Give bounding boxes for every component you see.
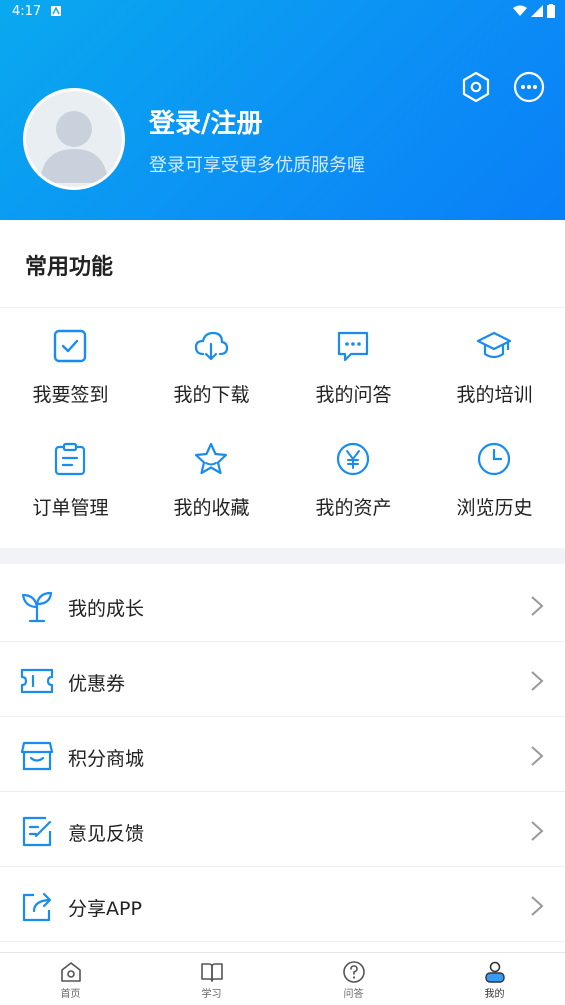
grid-item-checkin[interactable]: 我要签到 [0,320,141,430]
book-icon [201,963,223,982]
feedback-edit-icon [22,816,52,847]
cloud-download-icon [194,331,229,361]
tab-label: 首页 [60,989,81,1000]
tab-label: 问答 [343,989,364,1000]
menu-item-share-app[interactable]: 分享APP [0,867,565,942]
chevron-right-icon [531,896,544,916]
profile-header: 4:17 登录/注册 登录可享受更多优质服务喔 [0,0,565,220]
menu-item-label: 我的成长 [68,598,145,620]
grid-item-training[interactable]: 我的培训 [424,320,565,430]
battery-icon [547,4,555,18]
chat-bubble-icon [337,331,369,362]
checkin-icon [53,329,87,363]
star-icon [194,442,228,475]
user-icon [485,961,505,983]
menu-item-feedback[interactable]: 意见反馈 [0,792,565,867]
menu-item-label: 分享APP [68,898,142,920]
chevron-right-icon [531,746,544,766]
grid-item-label: 订单管理 [32,497,109,519]
grid-item-label: 我要签到 [32,384,109,406]
clipboard-icon [54,442,86,476]
status-indicators [513,4,555,18]
status-time: 4:17 [12,4,42,19]
grid-item-label: 我的问答 [315,384,392,406]
sprout-icon [21,591,53,623]
grid-item-history[interactable]: 浏览历史 [424,433,565,543]
status-bar: 4:17 [0,0,565,24]
default-avatar-icon [40,111,108,183]
menu-item-growth[interactable]: 我的成长 [0,567,565,642]
store-icon [20,741,54,771]
yen-coin-icon [336,442,370,476]
tab-study[interactable]: 学习 [141,953,282,1005]
bottom-tab-bar: 首页 学习 问答 我的 [0,952,565,1005]
menu-item-label: 意见反馈 [68,823,145,845]
clock-icon [477,442,511,476]
tab-mine[interactable]: 我的 [424,953,565,1005]
tab-home[interactable]: 首页 [0,953,141,1005]
wifi-icon [513,5,527,16]
section-gap [0,548,565,564]
share-icon [22,892,52,922]
settings-hexagon-icon[interactable] [459,70,493,104]
grid-item-label: 我的培训 [456,384,533,406]
grid-item-orders[interactable]: 订单管理 [0,433,141,543]
signal-icon [531,5,543,17]
tab-qa[interactable]: 问答 [283,953,424,1005]
graduation-cap-icon [476,331,512,359]
coupon-icon [20,668,54,694]
menu-item-coupon[interactable]: 优惠券 [0,642,565,717]
chevron-right-icon [531,671,544,691]
more-options-icon[interactable] [512,70,546,104]
grid-item-label: 浏览历史 [456,497,533,519]
chevron-right-icon [531,596,544,616]
common-functions-title: 常用功能 [25,255,114,280]
home-icon [61,962,81,982]
grid-item-assets[interactable]: 我的资产 [283,433,424,543]
tab-label: 我的 [484,989,505,1000]
login-register-link[interactable]: 登录/注册 [149,103,263,140]
divider [0,307,565,308]
notification-icon [51,6,61,16]
grid-item-download[interactable]: 我的下载 [141,320,282,430]
menu-item-label: 优惠券 [68,673,126,695]
question-icon [343,961,365,983]
grid-item-qa[interactable]: 我的问答 [283,320,424,430]
grid-item-label: 我的下载 [173,384,250,406]
avatar[interactable] [23,88,125,190]
grid-item-favorites[interactable]: 我的收藏 [141,433,282,543]
tab-label: 学习 [201,989,222,1000]
grid-item-label: 我的收藏 [173,497,250,519]
grid-item-label: 我的资产 [315,497,392,519]
menu-item-points-mall[interactable]: 积分商城 [0,717,565,792]
chevron-right-icon [531,821,544,841]
login-subtitle: 登录可享受更多优质服务喔 [149,155,365,176]
menu-item-label: 积分商城 [68,748,145,770]
